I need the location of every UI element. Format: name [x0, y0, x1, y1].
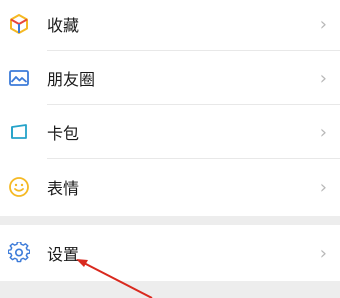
card-wallet-icon	[8, 121, 30, 143]
chevron-right-icon: ›	[319, 67, 327, 89]
moments-image-icon	[8, 67, 30, 89]
menu-item-label: 朋友圈	[47, 70, 96, 89]
menu-item-stickers[interactable]: 表情 ›	[0, 160, 340, 214]
sticker-smiley-icon	[8, 176, 30, 198]
chevron-right-icon: ›	[319, 121, 327, 143]
menu-item-favorites[interactable]: 收藏 ›	[0, 0, 340, 51]
menu-item-label: 设置	[47, 245, 80, 264]
chevron-right-icon: ›	[319, 242, 327, 264]
chevron-right-icon: ›	[319, 176, 327, 198]
divider	[47, 158, 340, 159]
menu-group-settings: 设置 ›	[0, 225, 340, 281]
menu-item-settings[interactable]: 设置 ›	[0, 226, 340, 280]
menu-group-primary: 收藏 › 朋友圈 › 卡包 › 表情 ›	[0, 0, 340, 216]
chevron-right-icon: ›	[319, 13, 327, 35]
favorites-cube-icon	[8, 13, 30, 35]
menu-item-label: 收藏	[47, 16, 80, 35]
menu-item-card-wallet[interactable]: 卡包 ›	[0, 105, 340, 159]
menu-item-moments[interactable]: 朋友圈 ›	[0, 51, 340, 105]
menu-item-label: 卡包	[47, 124, 80, 143]
gear-icon	[8, 242, 30, 264]
menu-item-label: 表情	[47, 179, 80, 198]
